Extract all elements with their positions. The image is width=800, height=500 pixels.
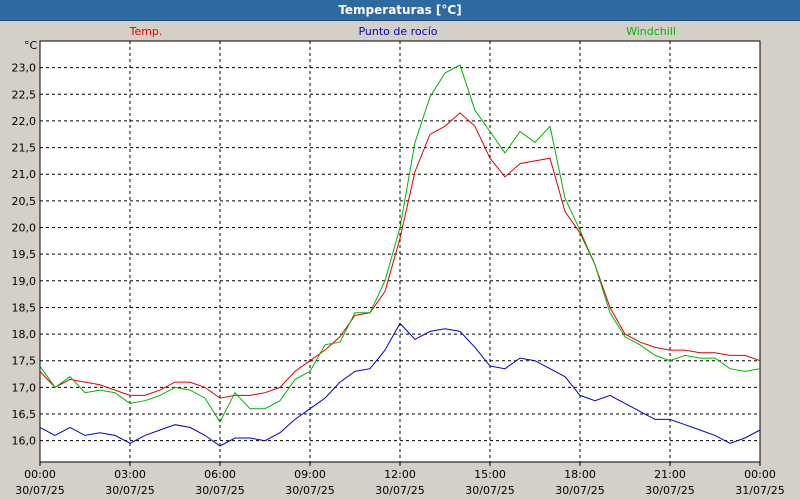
y-tick-label: 19,0 (12, 275, 37, 288)
x-tick-date-label: 30/07/25 (15, 484, 64, 497)
x-tick-time-label: 15:00 (474, 468, 506, 481)
x-tick-date-label: 31/07/25 (735, 484, 784, 497)
y-tick-label: 20,5 (12, 195, 37, 208)
x-tick-date-label: 30/07/25 (645, 484, 694, 497)
y-tick-label: 20,0 (12, 222, 37, 235)
x-tick-time-label: 12:00 (384, 468, 416, 481)
y-tick-label: 18,5 (12, 301, 37, 314)
x-axis-ticks: 00:00 30/07/25 03:00 30/07/25 06:00 30/07/25 0… (15, 462, 785, 497)
x-tick-time-label: 06:00 (204, 468, 236, 481)
x-tick-time-label: 03:00 (114, 468, 146, 481)
y-tick-label: 23,0 (12, 62, 37, 75)
y-tick-label: 18,0 (12, 328, 37, 341)
y-axis-ticks: 16,0 16,5 17,0 17,5 18,0 18,5 19,0 19,5 20,0 20,5… (12, 62, 37, 448)
temperature-chart: 16,0 16,5 17,0 17,5 18,0 18,5 19,0 19,5 20,0 20,5… (12, 25, 785, 497)
legend-entry-0: Temp. (129, 25, 163, 38)
x-tick-date-label: 30/07/25 (285, 484, 334, 497)
y-tick-label: 16,5 (12, 408, 37, 421)
y-axis-unit-label: °C (24, 39, 38, 52)
x-tick-date-label: 30/07/25 (555, 484, 604, 497)
y-tick-label: 21,0 (12, 168, 37, 181)
y-tick-label: 19,5 (12, 248, 37, 261)
y-tick-label: 21,5 (12, 142, 37, 155)
legend: Temp. Punto de rocío Windchill (129, 25, 676, 38)
legend-entry-2: Windchill (626, 25, 676, 38)
x-tick-time-label: 00:00 (24, 468, 56, 481)
x-tick-time-label: 00:00 (744, 468, 776, 481)
y-tick-label: 17,0 (12, 381, 37, 394)
chart-area: 16,0 16,5 17,0 17,5 18,0 18,5 19,0 19,5 20,0 20,5… (0, 21, 800, 500)
legend-entry-1: Punto de rocío (358, 25, 437, 38)
x-tick-time-label: 09:00 (294, 468, 326, 481)
y-tick-label: 16,0 (12, 435, 37, 448)
y-tick-label: 17,5 (12, 355, 37, 368)
x-tick-date-label: 30/07/25 (375, 484, 424, 497)
x-tick-date-label: 30/07/25 (105, 484, 154, 497)
x-tick-date-label: 30/07/25 (195, 484, 244, 497)
y-tick-label: 22,5 (12, 88, 37, 101)
chart-title: Temperaturas [°C] (0, 0, 800, 21)
y-tick-label: 22,0 (12, 115, 37, 128)
x-tick-time-label: 18:00 (564, 468, 596, 481)
x-tick-time-label: 21:00 (654, 468, 686, 481)
x-tick-date-label: 30/07/25 (465, 484, 514, 497)
